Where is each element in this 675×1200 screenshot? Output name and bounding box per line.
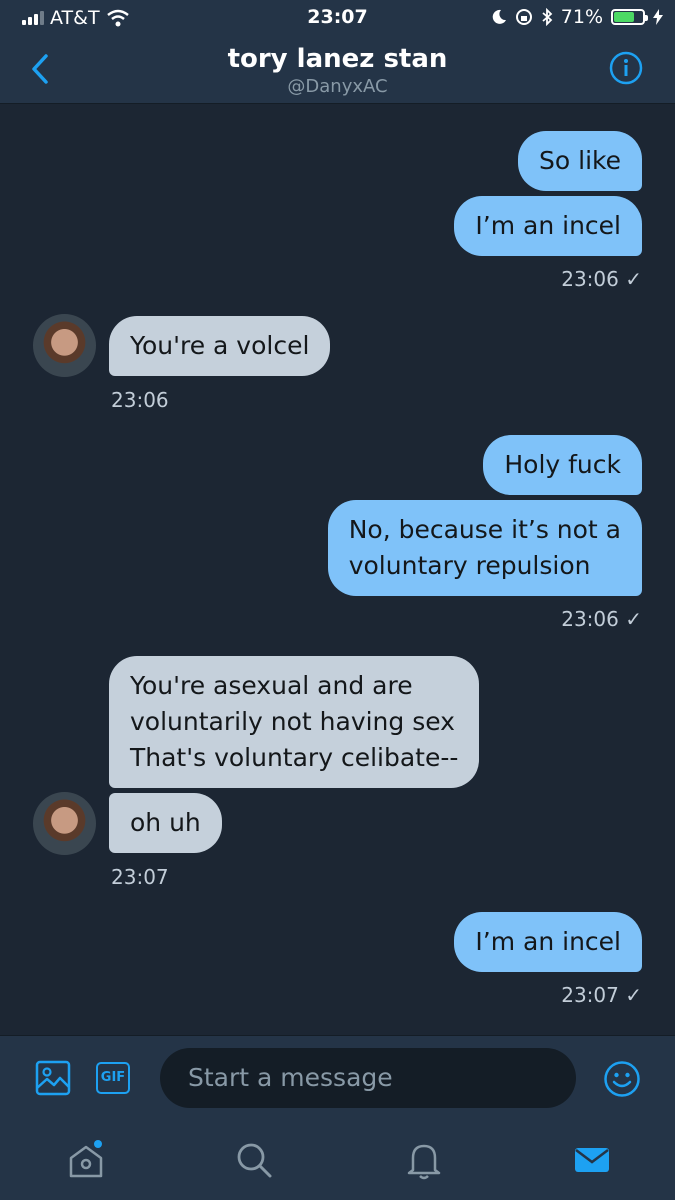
message-timestamp: 23:06 [111,388,169,412]
search-icon[interactable] [234,1140,274,1180]
bluetooth-icon [542,8,553,26]
gif-icon[interactable]: GIF [96,1062,130,1094]
message-text-line: voluntarily not having sex [130,707,455,736]
message-timestamp: 23:06 ✓ [561,607,642,631]
message-text: Holy fuck [504,450,621,479]
status-right: 71% [491,6,663,28]
battery-percent: 71% [560,6,603,28]
rotation-lock-icon [515,9,532,25]
message-bubble-outgoing[interactable]: No, because it’s not a voluntary repulsi… [327,500,642,596]
message-bubble-outgoing[interactable]: So like [518,131,642,191]
message-text-line: That's voluntary celibate-- [130,743,459,772]
message-input[interactable]: Start a message [160,1048,576,1108]
tab-bar [0,1120,675,1200]
message-text: I’m an incel [475,927,621,956]
message-text: So like [539,146,621,175]
bell-icon[interactable] [404,1140,444,1180]
message-text: You're a volcel [130,331,310,360]
mail-icon[interactable] [572,1140,612,1180]
conversation-name[interactable]: tory lanez stan [0,44,675,74]
message-input-placeholder: Start a message [188,1063,393,1092]
message-bubble-incoming[interactable]: You're asexual and are voluntarily not h… [109,656,480,788]
battery-icon [611,9,648,25]
message-timestamp: 23:07 ✓ [561,983,642,1007]
gif-label: GIF [100,1070,126,1085]
message-text-line: You're asexual and are [130,671,413,700]
conversation-header: AT&T 23:07 71% tory lanez stan @DanyxAC [0,0,675,104]
message-text-line: No, because it’s not a [348,515,621,544]
message-bubble-outgoing[interactable]: Holy fuck [483,435,642,495]
message-text: I’m an incel [475,211,621,240]
message-text: oh uh [130,808,201,837]
message-bubble-outgoing[interactable]: I’m an incel [454,912,642,972]
charging-icon [653,9,663,25]
info-icon[interactable] [609,51,643,85]
message-bubble-outgoing[interactable]: I’m an incel [454,196,642,256]
home-icon[interactable] [66,1140,106,1180]
status-bar: AT&T 23:07 71% [0,0,675,36]
avatar[interactable] [33,792,96,855]
message-timestamp: 23:07 [111,865,169,889]
conversation-handle: @DanyxAC [287,76,388,97]
image-icon[interactable] [35,1060,71,1096]
message-bubble-incoming[interactable]: You're a volcel [109,316,331,376]
moon-icon [492,9,506,24]
message-timestamp: 23:06 ✓ [561,267,642,291]
avatar[interactable] [33,314,96,377]
emoji-icon[interactable] [603,1060,641,1098]
message-bubble-incoming[interactable]: oh uh [109,793,222,853]
message-text-line: voluntary repulsion [348,551,591,580]
message-composer: GIF Start a message [0,1035,675,1121]
